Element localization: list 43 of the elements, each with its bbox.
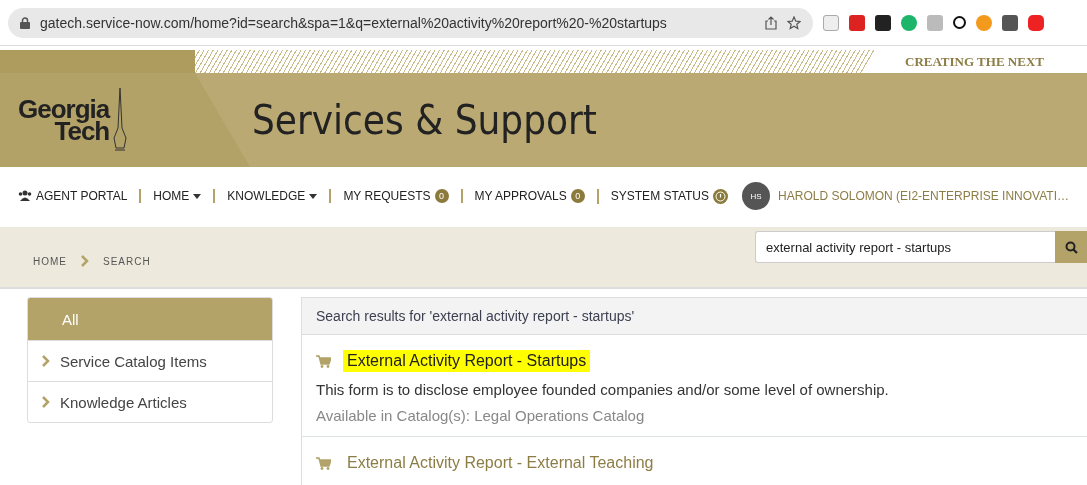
tagline: CREATING THE NEXT xyxy=(904,53,1045,71)
breadcrumb-link[interactable]: SEARCH xyxy=(103,255,151,267)
caret-icon xyxy=(309,193,318,199)
search-field[interactable]: external activity report - startups xyxy=(755,231,1055,263)
nav-link[interactable]: SYSTEM STATUS xyxy=(596,188,740,204)
filter-item[interactable]: Knowledge Articles xyxy=(28,381,272,422)
page-title: Services & Support xyxy=(252,97,597,143)
star-icon[interactable] xyxy=(787,15,801,30)
status-icon xyxy=(713,188,728,204)
extension-icon[interactable] xyxy=(1002,14,1018,31)
url-text: gatech.service-now.com/home?id=search&spa=1&q=external%20activity%20report%20-%20startups xyxy=(40,14,668,31)
cart-icon xyxy=(316,456,331,470)
nav-link[interactable]: KNOWLEDGE xyxy=(213,189,330,203)
result-description: This form is to disclose employee founded companies and/or some level of ownership. xyxy=(316,381,890,398)
lock-icon xyxy=(20,16,30,29)
extension-icon[interactable] xyxy=(875,14,891,31)
nav-link[interactable]: HOME xyxy=(139,189,214,203)
catalog-text: Available in Catalog(s): Legal Operations Catalog xyxy=(316,407,646,424)
results-heading: Search results for 'external activity report - startups' xyxy=(302,298,1087,335)
address-bar[interactable]: gatech.service-now.com/home?id=search&spa=1&q=external%20activity%20report%20-%20startups xyxy=(8,7,813,38)
tower-icon xyxy=(113,88,128,152)
cart-icon xyxy=(316,354,331,368)
count-badge: 0 xyxy=(434,189,449,203)
filter-item[interactable]: Service Catalog Items xyxy=(28,340,272,381)
search-button[interactable] xyxy=(1055,231,1087,263)
share-icon[interactable] xyxy=(765,15,777,30)
nav-link[interactable]: MY REQUESTS 0 xyxy=(329,189,461,203)
count-badge: 0 xyxy=(570,189,585,203)
people-icon xyxy=(18,190,32,202)
breadcrumb-link[interactable]: HOME xyxy=(33,255,67,267)
logo-text: Georgia Tech xyxy=(18,98,110,142)
result-link[interactable]: External Activity Report - External Teaching xyxy=(343,452,658,474)
caret-icon xyxy=(193,193,202,199)
nav-link[interactable]: AGENT PORTAL xyxy=(18,189,140,203)
result-link[interactable]: External Activity Report - Startups xyxy=(343,350,591,372)
extension-icon[interactable] xyxy=(953,16,966,29)
chevron-icon xyxy=(42,396,50,408)
chevron-icon xyxy=(42,355,50,367)
chevron-icon xyxy=(81,255,89,267)
user-avatar[interactable]: HS xyxy=(742,182,771,210)
nav-link[interactable]: MY APPROVALS 0 xyxy=(460,189,597,203)
user-name[interactable]: HAROLD SOLOMON (EI2-ENTERPRISE INNOVATI… xyxy=(778,189,1069,203)
search-icon xyxy=(1064,240,1078,254)
